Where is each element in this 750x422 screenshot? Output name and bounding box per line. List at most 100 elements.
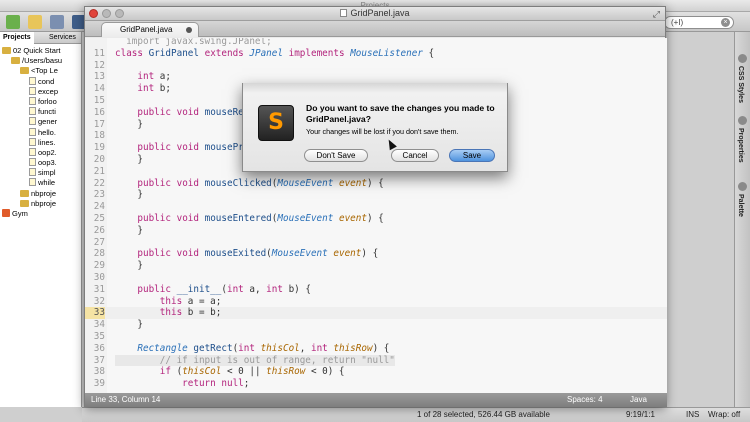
- java-file-icon: [29, 76, 36, 85]
- css-styles-icon[interactable]: [738, 54, 747, 63]
- tree-item[interactable]: Gym: [0, 209, 81, 219]
- open-project-icon[interactable]: [50, 15, 64, 29]
- tree-item[interactable]: hello.: [0, 127, 81, 138]
- code-line[interactable]: 22 public void mouseClicked(MouseEvent e…: [85, 178, 667, 190]
- line-number: 18: [93, 130, 105, 142]
- palette-icon[interactable]: [738, 182, 747, 191]
- editor-titlebar: GridPanel.java ⤢: [85, 7, 665, 21]
- tree-item[interactable]: gener: [0, 117, 81, 127]
- tree-item[interactable]: while: [0, 178, 81, 188]
- tree-item[interactable]: cond: [0, 76, 81, 87]
- code-line[interactable]: 11 class GridPanel extends JPanel impleme…: [85, 48, 667, 60]
- tab-gridpanel[interactable]: GridPanel.java: [101, 22, 199, 37]
- tree-item[interactable]: nbproje: [0, 189, 81, 199]
- tab-services[interactable]: Services: [46, 32, 79, 44]
- line-number: 25: [93, 212, 105, 224]
- code-line[interactable]: 37 // if input is out of range, return "…: [85, 354, 667, 367]
- syntax-language[interactable]: Java: [630, 393, 647, 407]
- code-text: // if input is out of range, return "nul…: [115, 354, 395, 367]
- search-input[interactable]: (+I) ×: [664, 16, 734, 29]
- line-number: 20: [93, 153, 105, 165]
- line-number: 32: [93, 295, 105, 307]
- tree-item[interactable]: oop3.: [0, 158, 81, 168]
- code-line[interactable]: 28 public void mouseExited(MouseEvent ev…: [85, 248, 667, 260]
- folder-icon: [11, 57, 20, 65]
- code-line[interactable]: 31 public __init__(int a, int b) {: [85, 284, 667, 296]
- tab-projects[interactable]: Projects: [0, 32, 34, 44]
- tree-item-label: while: [38, 178, 56, 188]
- line-number: 11: [93, 47, 105, 59]
- code-line[interactable]: 30: [85, 272, 667, 284]
- code-line[interactable]: 32 this a = a;: [85, 296, 667, 308]
- line-number: 35: [93, 330, 105, 342]
- editor-window: GridPanel.java ⤢ GridPanel.java import j…: [84, 6, 667, 407]
- tree-item[interactable]: simpl: [0, 168, 81, 178]
- tree-item[interactable]: functi: [0, 107, 81, 117]
- tree-item[interactable]: forloo: [0, 96, 81, 107]
- insert-mode: INS: [686, 410, 700, 419]
- tree-item[interactable]: /Users/basu: [0, 56, 81, 66]
- tree-item-label: forloo: [38, 96, 57, 106]
- properties-icon[interactable]: [738, 116, 747, 125]
- code-line[interactable]: 13 int a;: [85, 71, 667, 83]
- line-number: 13: [93, 71, 105, 83]
- code-text: return null;: [182, 378, 250, 390]
- editor-title-wrap: GridPanel.java: [85, 7, 665, 20]
- code-text: class GridPanel extends JPanel implement…: [115, 47, 435, 59]
- code-line[interactable]: 26 }: [85, 225, 667, 237]
- save-changes-dialog: S Do you want to save the changes you ma…: [242, 83, 508, 172]
- java-file-icon: [29, 117, 36, 126]
- code-line[interactable]: import javax.swing.JPanel;: [85, 38, 667, 48]
- new-file-icon[interactable]: [28, 15, 42, 29]
- code-line[interactable]: 38 if (thisCol < 0 || thisRow < 0) {: [85, 366, 667, 378]
- projects-panel: Projects Services 02 Quick Start/Users/b…: [0, 32, 82, 407]
- palette-tab[interactable]: Palette: [737, 194, 744, 217]
- tree-item-label: nbproje: [31, 188, 57, 198]
- code-line[interactable]: 34 }: [85, 319, 667, 331]
- line-number: 12: [93, 59, 105, 71]
- code-line[interactable]: 25 public void mouseEntered(MouseEvent e…: [85, 213, 667, 225]
- code-line[interactable]: 23 }: [85, 189, 667, 201]
- java-file-icon: [29, 158, 36, 167]
- new-project-icon[interactable]: [6, 15, 20, 29]
- tree-item-label: Gym: [12, 209, 28, 218]
- dialog-title: Do you want to save the changes you made…: [306, 103, 495, 124]
- code-text: }: [115, 224, 143, 236]
- tree-item-label: oop3.: [38, 158, 57, 168]
- line-number: 14: [93, 83, 105, 95]
- search-value: (+I): [671, 18, 684, 27]
- code-line[interactable]: 35: [85, 331, 667, 343]
- line-number: 36: [93, 342, 105, 354]
- dont-save-button[interactable]: Don't Save: [304, 149, 368, 162]
- code-line[interactable]: 24: [85, 201, 667, 213]
- code-line[interactable]: 12: [85, 60, 667, 72]
- tree-item[interactable]: lines.: [0, 137, 81, 148]
- line-number: 21: [93, 165, 105, 177]
- fullscreen-icon[interactable]: ⤢: [653, 9, 660, 20]
- tree-item[interactable]: nbproje: [0, 199, 81, 209]
- code-line[interactable]: 39 return null;: [85, 378, 667, 390]
- code-text: public void mouseEntered(MouseEvent even…: [137, 212, 384, 224]
- save-button[interactable]: Save: [449, 149, 495, 162]
- java-file-icon: [29, 178, 36, 187]
- tree-item[interactable]: excep: [0, 86, 81, 97]
- line-number: 23: [93, 189, 105, 201]
- tree-item[interactable]: <Top Le: [0, 66, 81, 76]
- clear-search-icon[interactable]: ×: [721, 18, 730, 27]
- code-text: }: [115, 260, 143, 272]
- java-file-icon: [29, 96, 36, 105]
- code-line[interactable]: 33 this b = b;: [85, 307, 667, 320]
- unsaved-dot-icon[interactable]: [186, 27, 192, 33]
- tree-item[interactable]: 02 Quick Start: [0, 46, 81, 56]
- tree-item[interactable]: oop2.: [0, 147, 81, 158]
- tree-item-label: lines.: [38, 137, 56, 147]
- cancel-button[interactable]: Cancel: [391, 149, 439, 162]
- code-line[interactable]: 36 Rectangle getRect(int thisCol, int th…: [85, 343, 667, 355]
- java-file-icon: [29, 86, 36, 95]
- code-line[interactable]: 27: [85, 237, 667, 249]
- properties-tab[interactable]: Properties: [737, 128, 744, 163]
- code-line[interactable]: 29 }: [85, 260, 667, 272]
- css-styles-tab[interactable]: CSS Styles: [737, 66, 744, 103]
- indent-setting[interactable]: Spaces: 4: [567, 393, 603, 407]
- code-text: public __init__(int a, int b) {: [137, 283, 311, 295]
